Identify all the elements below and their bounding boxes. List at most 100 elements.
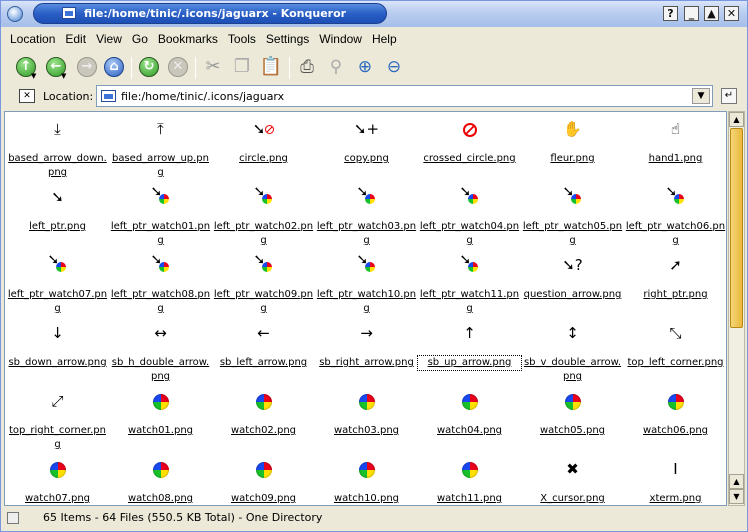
scroll-thumb[interactable] [730, 128, 743, 328]
help-button[interactable]: ? [663, 6, 678, 21]
file-item[interactable]: ↓ sb_down_arrow.png [6, 317, 109, 385]
file-item[interactable]: ➘ left_ptr_watch03.png [315, 181, 418, 249]
window-title: file:/home/tinic/.icons/jaguarx - Konque… [84, 7, 347, 20]
file-item[interactable]: ➘ left_ptr_watch06.png [624, 181, 726, 249]
file-item[interactable]: ➘ left_ptr_watch02.png [212, 181, 315, 249]
file-item[interactable]: watch05.png [521, 385, 624, 453]
find-icon[interactable]: ⚲ [323, 54, 349, 80]
file-item[interactable]: ↕ sb_v_double_arrow.png [521, 317, 624, 385]
file-item[interactable]: ➘ left_ptr_watch01.png [109, 181, 212, 249]
scroll-up-button-lower[interactable]: ▲ [729, 474, 744, 489]
file-item[interactable]: watch11.png [418, 453, 521, 505]
go-button[interactable]: ↵ [721, 88, 737, 104]
shade-button[interactable]: ▲ [704, 6, 719, 21]
menu-settings[interactable]: Settings [261, 29, 314, 49]
cursor-icon: → [360, 324, 373, 342]
scroll-down-button[interactable]: ▼ [729, 489, 744, 504]
cursor-icon: ⤡ [669, 324, 682, 342]
file-item[interactable]: ➘ left_ptr_watch05.png [521, 181, 624, 249]
back-button[interactable]: ← ▼ [43, 54, 69, 80]
cursor-icon: ✋ [563, 120, 582, 138]
forward-button[interactable]: → [74, 54, 100, 80]
menu-go[interactable]: Go [127, 29, 153, 49]
file-item[interactable]: ➘+ copy.png [315, 113, 418, 181]
cursor-icon: ✖ [566, 460, 579, 478]
zoom-in-icon[interactable]: ⊕ [352, 54, 378, 80]
file-item[interactable]: ⤡ top_left_corner.png [624, 317, 726, 385]
file-item[interactable]: ⤢ top_right_corner.png [6, 385, 109, 453]
file-item[interactable]: ➘ left_ptr_watch11.png [418, 249, 521, 317]
file-item[interactable]: ↑ sb_up_arrow.png [417, 317, 522, 385]
scroll-up-button[interactable]: ▲ [729, 112, 744, 127]
cursor-icon: ➘ [418, 251, 521, 279]
file-item[interactable]: ➘? question_arrow.png [521, 249, 624, 317]
file-item[interactable]: watch02.png [212, 385, 315, 453]
zoom-out-icon[interactable]: ⊖ [381, 54, 407, 80]
file-item[interactable]: ➚ right_ptr.png [624, 249, 726, 317]
menu-view[interactable]: View [91, 29, 127, 49]
file-name: left_ptr_watch03.png [316, 221, 417, 246]
file-item[interactable]: ⤒ based_arrow_up.png [109, 113, 212, 181]
file-item[interactable]: ➘ circle.png [212, 113, 315, 181]
location-dropdown-button[interactable]: ▼ [692, 88, 710, 104]
reload-button[interactable]: ↻ [136, 54, 162, 80]
pointer-watch-icon: ➘ [357, 184, 377, 208]
status-text: 65 Items - 64 Files (550.5 KB Total) - O… [43, 511, 323, 524]
file-item[interactable]: ☝ hand1.png [624, 113, 726, 181]
watch-icon [255, 393, 272, 410]
file-item[interactable]: watch03.png [315, 385, 418, 453]
file-item[interactable]: ➘ left_ptr_watch08.png [109, 249, 212, 317]
location-input[interactable] [121, 88, 681, 105]
file-item[interactable]: ➘ left_ptr_watch10.png [315, 249, 418, 317]
file-item[interactable]: ➘ left_ptr_watch07.png [6, 249, 109, 317]
file-item[interactable]: ➘ left_ptr_watch04.png [418, 181, 521, 249]
file-item[interactable]: ➘ left_ptr_watch09.png [212, 249, 315, 317]
location-field[interactable]: ▼ [96, 85, 713, 107]
file-name: top_left_corner.png [627, 357, 724, 368]
file-item[interactable]: crossed_circle.png [418, 113, 521, 181]
file-item[interactable]: ✋ fleur.png [521, 113, 624, 181]
file-name: left_ptr_watch02.png [213, 221, 314, 246]
title-pill: file:/home/tinic/.icons/jaguarx - Konque… [33, 3, 387, 24]
app-menu-icon[interactable] [7, 6, 23, 22]
cut-icon[interactable]: ✂ [200, 54, 226, 80]
file-item[interactable]: ← sb_left_arrow.png [212, 317, 315, 385]
file-item[interactable]: ➘ left_ptr.png [6, 181, 109, 249]
home-button[interactable]: ⌂ [101, 54, 127, 80]
file-item[interactable]: ✖ X_cursor.png [521, 453, 624, 505]
stop-button[interactable]: ✕ [165, 54, 191, 80]
file-item[interactable]: watch04.png [418, 385, 521, 453]
title-bar[interactable]: file:/home/tinic/.icons/jaguarx - Konque… [1, 1, 747, 27]
file-item[interactable]: watch07.png [6, 453, 109, 505]
minimize-button[interactable]: _ [684, 6, 699, 21]
file-item[interactable]: watch08.png [109, 453, 212, 505]
menu-edit[interactable]: Edit [60, 29, 91, 49]
watch-icon [667, 393, 684, 410]
file-item[interactable]: ↔ sb_h_double_arrow.png [109, 317, 212, 385]
cursor-icon [315, 455, 418, 483]
file-item[interactable]: watch09.png [212, 453, 315, 505]
file-item[interactable]: Ixterm.png [624, 453, 726, 505]
file-item[interactable]: watch06.png [624, 385, 726, 453]
cursor-icon [212, 455, 315, 483]
close-button[interactable]: ✕ [724, 6, 739, 21]
print-icon[interactable]: ⎙ [294, 54, 320, 80]
menu-tools[interactable]: Tools [223, 29, 261, 49]
copy-icon[interactable]: ❐ [229, 54, 255, 80]
menu-window[interactable]: Window [314, 29, 367, 49]
paste-icon[interactable]: 📋 [258, 54, 284, 80]
vertical-scrollbar[interactable]: ▲ ▲ ▼ [728, 111, 745, 506]
file-item[interactable]: ⤓ based_arrow_down.png [6, 113, 109, 181]
up-button[interactable]: ↑ ▼ [13, 54, 39, 80]
file-item[interactable]: → sb_right_arrow.png [315, 317, 418, 385]
file-view[interactable]: ⤓ based_arrow_down.png ⤒ based_arrow_up.png… [4, 111, 727, 506]
clear-location-icon[interactable]: ✕ [19, 89, 35, 103]
watch-icon [461, 393, 478, 410]
file-item[interactable]: watch10.png [315, 453, 418, 505]
file-name: watch01.png [128, 425, 193, 436]
menu-bookmarks[interactable]: Bookmarks [153, 29, 223, 49]
file-name: left_ptr_watch08.png [110, 289, 211, 314]
menu-location[interactable]: Location [5, 29, 60, 49]
file-item[interactable]: watch01.png [109, 385, 212, 453]
menu-help[interactable]: Help [367, 29, 402, 49]
